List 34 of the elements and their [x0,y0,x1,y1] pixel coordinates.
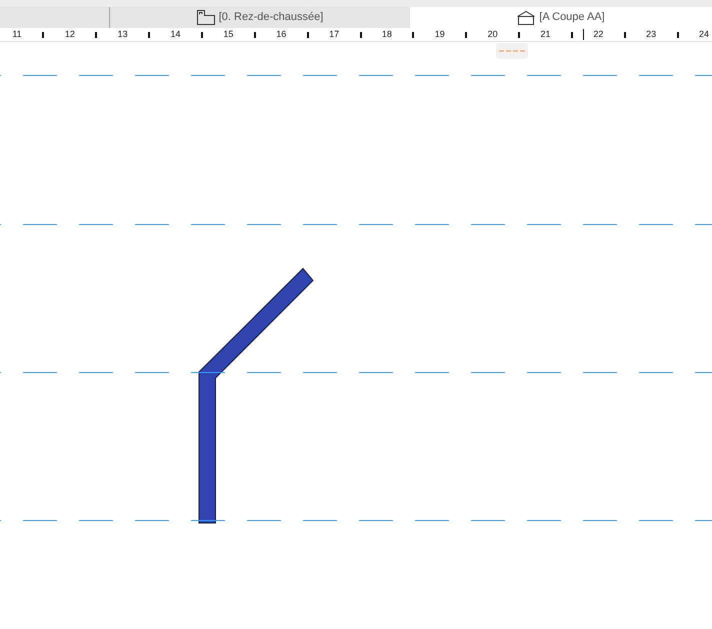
ruler-label: 11 [12,29,22,40]
ruler-tick-icon [518,32,520,38]
tab[interactable]: [0. Rez-de-chaussée] [110,7,410,28]
ruler-tick-icon [42,32,44,38]
ruler-label: 20 [488,29,498,40]
ruler-label: 23 [646,29,656,40]
ruler-tick-icon [306,32,309,38]
ruler-tick-icon [200,32,203,38]
ruler-label: 17 [329,29,340,40]
ruler-label: 14 [170,29,181,40]
ruler-label: 19 [434,29,445,40]
dashes-icon [499,50,525,52]
ruler-tick-icon [570,32,573,38]
ruler-label: 22 [593,29,604,40]
ruler-label: 15 [223,29,234,40]
ruler-label: 16 [276,29,286,40]
ruler-tick-icon [360,32,362,38]
ruler-tick-icon [624,32,626,38]
ruler-label: 13 [118,29,128,40]
tab[interactable]: [A Coupe AA] [410,7,712,28]
house-icon [517,10,536,24]
ruler-label: 21 [540,29,550,40]
ruler-tick-icon [465,32,468,38]
drag-handle[interactable] [496,43,528,59]
ruler-tick-icon [95,32,98,38]
ruler-tick-icon [254,32,256,38]
ruler-tick-icon [148,32,150,38]
ruler-tick-icon [412,32,414,38]
ruler-tick-icon [676,32,679,38]
ruler-label: 18 [382,29,392,40]
ruler-label: 12 [64,29,75,40]
floor-plan-icon [196,10,215,25]
ruler-label: 24 [699,29,710,40]
cursor-marker-icon [583,29,584,40]
